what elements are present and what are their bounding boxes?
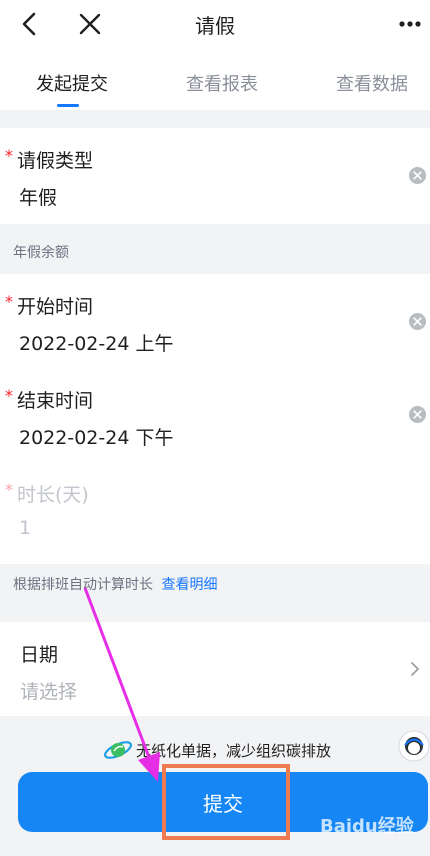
- date-label: 日期: [20, 644, 59, 666]
- leave-balance-hint: 年假余额: [13, 245, 69, 261]
- top-bar: 请假: [0, 0, 430, 48]
- start-time-label: 开始时间: [17, 296, 94, 318]
- clear-icon[interactable]: [408, 405, 427, 424]
- active-tab-indicator: [57, 104, 79, 107]
- leave-type-value: 年假: [19, 187, 58, 209]
- time-fields-card: * 开始时间 2022-02-24 上午 * 结束时间 2022-02-24 下…: [0, 274, 430, 564]
- required-marker: *: [5, 292, 13, 311]
- duration-label: 时长(天): [17, 484, 89, 506]
- clear-icon[interactable]: [408, 166, 427, 185]
- tab-bar: 发起提交 查看报表 查看数据: [0, 48, 430, 110]
- start-time-value: 2022-02-24 上午: [19, 333, 174, 355]
- footer-note-row: 无纸化单据，减少组织碳排放: [0, 730, 430, 770]
- date-placeholder: 请选择: [20, 681, 78, 703]
- page-title: 请假: [195, 14, 235, 38]
- duration-value: 1: [19, 517, 32, 539]
- required-marker: *: [5, 386, 13, 405]
- watermark-text: Baidu经验: [320, 816, 414, 837]
- tab-data[interactable]: 查看数据: [336, 70, 408, 96]
- duration-hint: 根据排班自动计算时长: [13, 577, 153, 593]
- date-field[interactable]: 日期 请选择: [0, 622, 430, 716]
- customer-service-icon[interactable]: [398, 730, 430, 762]
- more-dots-icon[interactable]: [394, 8, 426, 40]
- tab-submit[interactable]: 发起提交: [36, 70, 108, 96]
- eco-planet-icon: [104, 741, 132, 759]
- chevron-right-icon: [411, 662, 419, 676]
- eco-note-text: 无纸化单据，减少组织碳排放: [136, 742, 332, 760]
- leave-type-label: 请假类型: [17, 150, 94, 172]
- clear-icon[interactable]: [408, 312, 427, 331]
- end-time-label: 结束时间: [17, 390, 94, 412]
- leave-type-field[interactable]: * 请假类型 年假: [0, 128, 430, 224]
- required-marker: *: [5, 146, 13, 165]
- duration-hint-row: 根据排班自动计算时长 查看明细: [13, 574, 217, 594]
- tab-report[interactable]: 查看报表: [186, 70, 258, 96]
- required-marker: *: [5, 480, 13, 499]
- end-time-value: 2022-02-24 下午: [19, 427, 174, 449]
- view-detail-link[interactable]: 查看明细: [161, 577, 217, 593]
